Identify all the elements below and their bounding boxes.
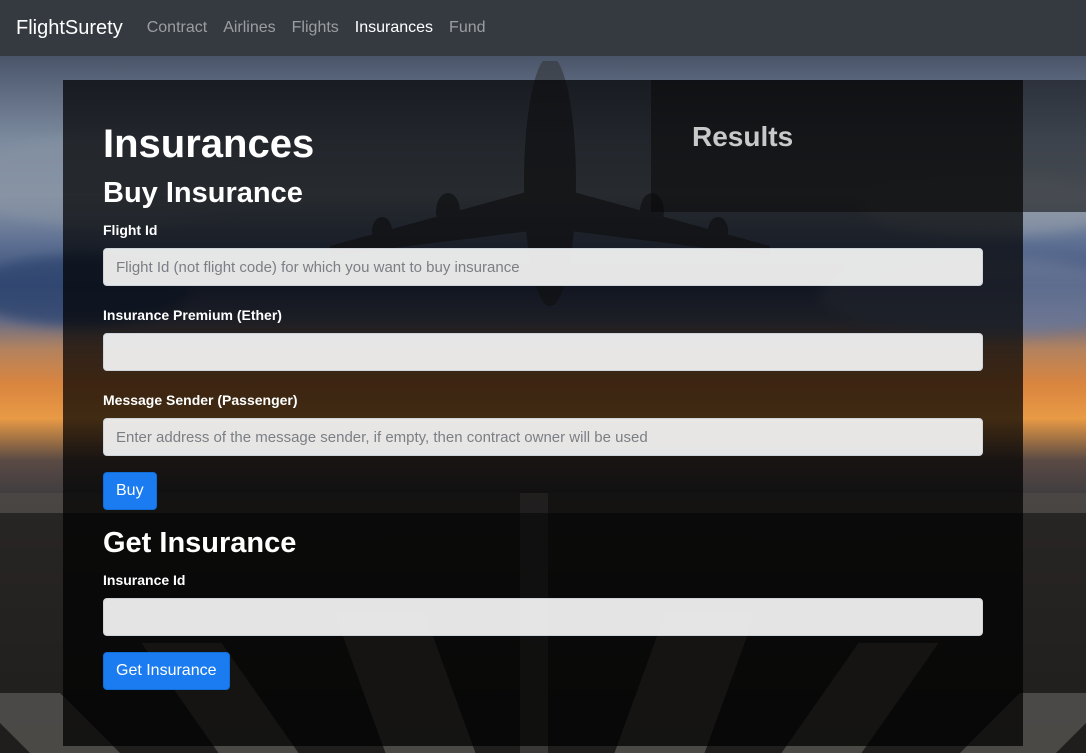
insurance-id-input[interactable]: [103, 598, 983, 636]
top-navbar: FlightSurety Contract Airlines Flights I…: [0, 0, 1086, 56]
sender-label: Message Sender (Passenger): [103, 392, 298, 408]
nav-link-fund[interactable]: Fund: [449, 19, 485, 37]
nav-link-insurances[interactable]: Insurances: [355, 19, 433, 37]
flight-id-label: Flight Id: [103, 222, 158, 238]
page-title: Insurances: [103, 122, 315, 166]
flight-id-input[interactable]: [103, 248, 983, 286]
nav-link-contract[interactable]: Contract: [147, 19, 207, 37]
sender-address-input[interactable]: [103, 418, 983, 456]
buy-button[interactable]: Buy: [103, 472, 157, 510]
insurance-id-label: Insurance Id: [103, 572, 186, 588]
premium-input[interactable]: [103, 333, 983, 371]
brand-logo[interactable]: FlightSurety: [16, 17, 123, 40]
results-title: Results: [692, 121, 794, 152]
buy-insurance-heading: Buy Insurance: [103, 177, 303, 209]
get-insurance-button[interactable]: Get Insurance: [103, 652, 230, 690]
nav-link-flights[interactable]: Flights: [292, 19, 339, 37]
nav-link-airlines[interactable]: Airlines: [223, 19, 275, 37]
get-insurance-heading: Get Insurance: [103, 527, 297, 559]
premium-label: Insurance Premium (Ether): [103, 307, 282, 323]
